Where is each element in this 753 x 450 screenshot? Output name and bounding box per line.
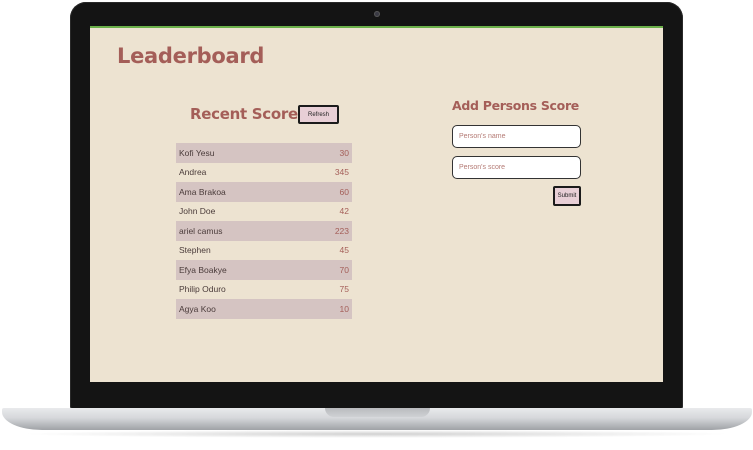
player-name: Andrea [179,167,207,178]
player-name: Ama Brakoa [179,186,226,197]
player-score: 30 [339,147,349,158]
player-score: 70 [339,264,349,275]
player-score: 45 [339,245,349,256]
add-score-heading: Add Persons Score [452,98,579,113]
person-name-input[interactable] [452,125,581,148]
table-row: Efya Boakye 70 [176,260,352,280]
player-score: 10 [339,303,349,314]
table-row: Ama Brakoa 60 [176,182,352,202]
player-name: Kofi Yesu [179,147,215,158]
table-row: Agya Koo 10 [176,299,352,319]
table-row: Stephen 45 [176,240,352,260]
player-score: 223 [334,225,349,236]
submit-button[interactable]: Submit [553,186,581,206]
recent-scores-heading: Recent Scores [190,105,307,123]
player-name: Efya Boakye [179,264,227,275]
table-row: Philip Oduro 75 [176,279,352,299]
player-score: 345 [334,167,349,178]
player-name: Stephen [179,245,211,256]
scores-table: Kofi Yesu 30 Andrea 345 Ama Brakoa 60 Jo… [176,143,352,319]
player-name: Agya Koo [179,303,216,314]
player-score: 42 [339,206,349,217]
table-row: Kofi Yesu 30 [176,143,352,163]
player-name: John Doe [179,206,216,217]
player-name: Philip Oduro [179,284,226,295]
app-screen: Leaderboard Recent Scores Refresh Kofi Y… [90,26,663,382]
laptop-shadow [20,430,733,438]
refresh-button[interactable]: Refresh [298,105,339,124]
table-row: ariel camus 223 [176,221,352,241]
player-name: ariel camus [179,225,223,236]
table-row: John Doe 42 [176,201,352,221]
page-title: Leaderboard [117,44,265,68]
camera-icon [374,11,380,17]
table-row: Andrea 345 [176,162,352,182]
player-score: 60 [339,186,349,197]
person-score-input[interactable] [452,156,581,179]
player-score: 75 [339,284,349,295]
laptop-notch [325,408,430,417]
